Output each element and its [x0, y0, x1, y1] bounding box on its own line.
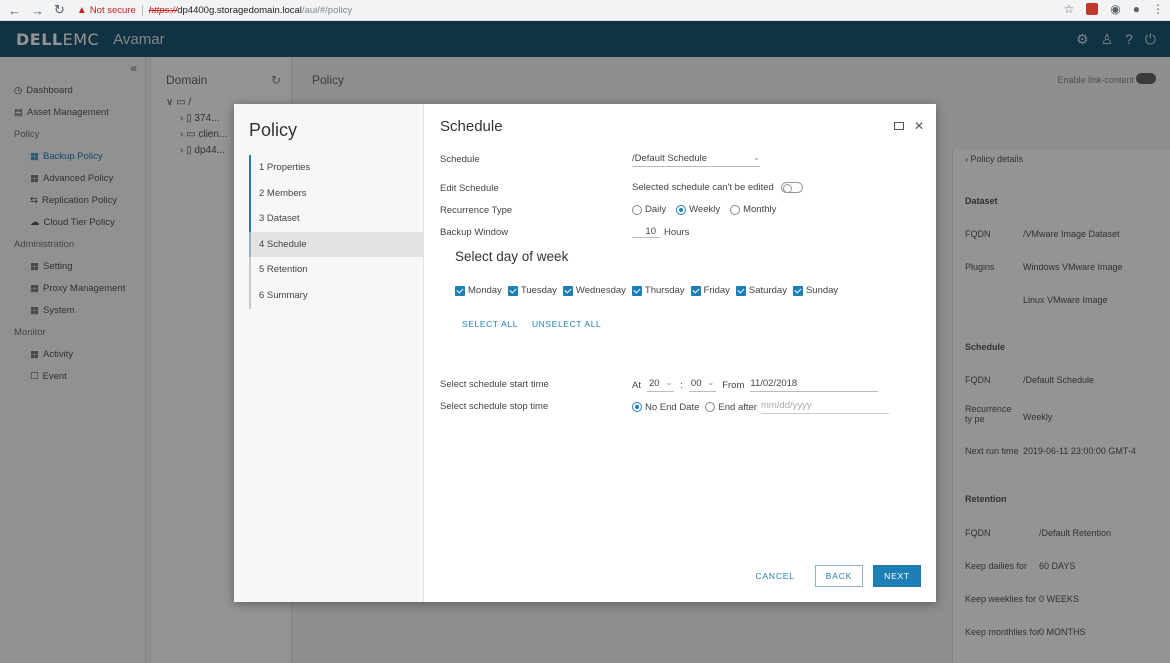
- radio-circle: [730, 204, 741, 215]
- schedule-label: Schedule: [440, 154, 480, 165]
- edit-schedule-note: Selected schedule can't be edited: [632, 182, 774, 193]
- backup-window-label: Backup Window: [440, 227, 509, 238]
- checkbox-checked: [690, 285, 701, 296]
- checkbox-checked: [735, 285, 746, 296]
- backup-window-unit: Hours: [664, 226, 690, 238]
- wizard-step-dataset[interactable]: 3 Dataset: [249, 206, 424, 232]
- schedule-select-value: /Default Schedule: [632, 153, 707, 164]
- wizard-step-retention[interactable]: 5 Retention: [249, 257, 424, 283]
- minute-select[interactable]: 00 ⌄: [688, 378, 717, 392]
- menu-dots-icon[interactable]: ⋮: [1152, 2, 1164, 16]
- browser-toolbar: ← → ↻ ▲ Not secure https:// dp4400g.stor…: [0, 0, 1170, 21]
- day-of-week-title: Select day of week: [455, 249, 569, 264]
- schedule-content: Schedule ✕ Schedule /Default Schedule ⌄ …: [424, 104, 936, 602]
- url-protocol: https://: [148, 4, 178, 16]
- recurrence-type-label: Recurrence Type: [440, 205, 513, 216]
- wizard-step-summary[interactable]: 6 Summary: [249, 282, 424, 309]
- extension-icon[interactable]: [1086, 3, 1099, 15]
- cancel-button[interactable]: CANCEL: [745, 565, 804, 587]
- start-time-label: Select schedule start time: [440, 379, 549, 390]
- address-bar[interactable]: ▲ Not secure https:// dp4400g.storagedom…: [77, 2, 352, 18]
- checkbox-checked: [792, 285, 803, 296]
- radio-circle: [705, 402, 716, 412]
- day-checkbox-friday[interactable]: Friday: [690, 285, 730, 296]
- backup-window-input[interactable]: 10: [632, 226, 660, 238]
- day-checkbox-monday[interactable]: Monday: [455, 285, 502, 296]
- warning-icon: ▲: [76, 4, 87, 16]
- day-checkbox-saturday[interactable]: Saturday: [735, 285, 787, 296]
- radio-circle: [632, 204, 642, 215]
- recurrence-daily-radio[interactable]: Daily: [632, 204, 666, 215]
- back-button[interactable]: BACK: [814, 565, 864, 587]
- next-button[interactable]: NEXT: [873, 565, 921, 587]
- recurrence-radio-group: Daily Weekly Monthly: [632, 204, 782, 215]
- no-end-date-radio[interactable]: No End Date: [632, 402, 699, 413]
- day-checkbox-tuesday[interactable]: Tuesday: [507, 285, 557, 296]
- checkbox-checked: [562, 285, 573, 296]
- edit-schedule-label: Edit Schedule: [440, 183, 499, 194]
- day-checkbox-thursday[interactable]: Thursday: [631, 285, 685, 296]
- stop-time-label: Select schedule stop time: [440, 401, 549, 412]
- edit-schedule-toggle[interactable]: [780, 182, 803, 193]
- time-colon: :: [680, 379, 683, 391]
- day-checkbox-sunday[interactable]: Sunday: [792, 285, 838, 296]
- checkbox-checked: [507, 285, 518, 296]
- wizard-step-schedule[interactable]: 4 Schedule: [249, 231, 424, 258]
- stop-time-controls: No End Date End after mm/dd/yyyy: [632, 400, 889, 414]
- checkbox-checked: [455, 285, 465, 296]
- policy-wizard-dialog: Policy 1 Properties 2 Members 3 Dataset …: [234, 104, 936, 602]
- wizard-sidebar: Policy 1 Properties 2 Members 3 Dataset …: [234, 104, 424, 602]
- bookmark-star-icon[interactable]: ☆: [1064, 2, 1075, 16]
- end-after-radio[interactable]: End after: [705, 402, 757, 413]
- schedule-title: Schedule: [440, 118, 503, 135]
- edit-schedule-wrap: Selected schedule can't be edited: [632, 182, 803, 193]
- close-icon[interactable]: ✕: [914, 119, 924, 133]
- wizard-title: Policy: [249, 120, 298, 140]
- checkbox-checked: [631, 285, 642, 296]
- dialog-footer: CANCEL BACK NEXT: [745, 565, 921, 587]
- backup-window-wrap: 10 Hours: [632, 226, 689, 238]
- chevron-down-icon: ⌄: [665, 378, 673, 387]
- not-secure-label: Not secure: [90, 4, 143, 16]
- account-icon[interactable]: ●: [1133, 2, 1140, 16]
- schedule-select[interactable]: /Default Schedule ⌄: [632, 153, 760, 167]
- wizard-step-members[interactable]: 2 Members: [249, 180, 424, 207]
- day-of-week-checkboxes: Monday Tuesday Wednesday Thursday Friday…: [455, 285, 838, 296]
- forward-arrow-icon[interactable]: →: [31, 3, 44, 18]
- recurrence-monthly-radio[interactable]: Monthly: [730, 204, 776, 215]
- wizard-steps: 1 Properties 2 Members 3 Dataset 4 Sched…: [249, 155, 424, 309]
- back-arrow-icon[interactable]: ←: [8, 3, 21, 18]
- unselect-all-link[interactable]: UNSELECT ALL: [532, 319, 601, 329]
- radio-circle-selected: [676, 204, 687, 215]
- reload-icon[interactable]: ↻: [54, 2, 65, 18]
- at-label: At: [632, 379, 641, 391]
- maximize-icon[interactable]: [893, 122, 904, 130]
- chevron-down-icon: ⌄: [753, 153, 760, 162]
- from-date-input[interactable]: 11/02/2018: [750, 378, 879, 392]
- end-date-input[interactable]: mm/dd/yyyy: [760, 400, 889, 414]
- recurrence-weekly-radio[interactable]: Weekly: [676, 204, 720, 215]
- url-path: /aui/#/policy: [301, 4, 353, 16]
- hour-select[interactable]: 20 ⌄: [646, 378, 675, 392]
- radio-circle-selected: [632, 402, 642, 412]
- schedule-select-wrap: /Default Schedule ⌄: [632, 153, 760, 167]
- extension-circle-icon[interactable]: ◉: [1110, 2, 1120, 16]
- url-host: dp4400g.storagedomain.local: [177, 4, 302, 16]
- wizard-step-properties[interactable]: 1 Properties: [249, 155, 424, 181]
- start-time-controls: At 20 ⌄ : 00 ⌄ From 11/02/2018: [632, 378, 879, 392]
- select-all-link[interactable]: SELECT ALL: [462, 319, 518, 329]
- from-label: From: [722, 379, 745, 391]
- day-checkbox-wednesday[interactable]: Wednesday: [562, 285, 626, 296]
- chevron-down-icon: ⌄: [707, 378, 715, 387]
